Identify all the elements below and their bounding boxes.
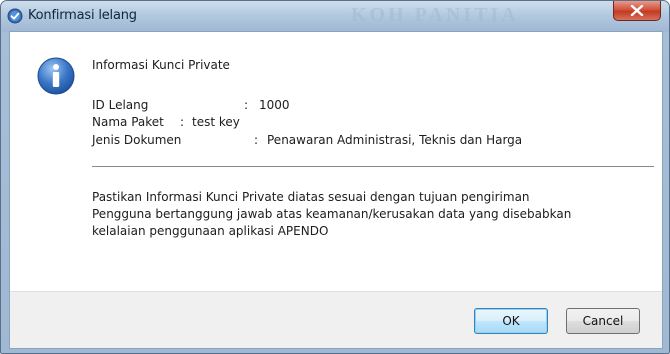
field-separator: : bbox=[244, 98, 249, 112]
note-line: Pengguna bertanggung jawab atas keamanan… bbox=[92, 207, 572, 221]
field-value-nama-paket: test key bbox=[192, 115, 240, 129]
title-watermark: KOH PANITIA bbox=[351, 4, 519, 26]
field-label-id-lelang: ID Lelang bbox=[92, 98, 149, 112]
close-button[interactable] bbox=[613, 1, 661, 21]
title-bar[interactable]: Konfirmasi lelang KOH PANITIA bbox=[1, 1, 669, 32]
note-line: kelalaian penggunaan aplikasi APENDO bbox=[92, 224, 329, 238]
field-value-jenis-dokumen: Penawaran Administrasi, Teknis dan Harga bbox=[267, 133, 523, 147]
field-separator: : bbox=[180, 115, 185, 129]
field-separator: : bbox=[254, 133, 259, 147]
ok-button[interactable]: OK bbox=[474, 308, 548, 334]
field-value-id-lelang: 1000 bbox=[259, 98, 290, 112]
info-icon bbox=[36, 56, 76, 96]
close-icon bbox=[630, 5, 644, 16]
note-line: Pastikan Informasi Kunci Private diatas … bbox=[92, 190, 530, 204]
check-shield-icon bbox=[7, 8, 23, 24]
field-label-nama-paket: Nama Paket bbox=[92, 115, 164, 129]
dialog-body: Informasi Kunci Private ID Lelang : 1000… bbox=[9, 31, 663, 349]
window-title: Konfirmasi lelang bbox=[28, 8, 137, 23]
button-bar: OK Cancel bbox=[10, 291, 662, 348]
message-heading: Informasi Kunci Private bbox=[92, 58, 230, 72]
divider bbox=[92, 166, 654, 167]
dialog-window: Konfirmasi lelang KOH PANITIA Informasi … bbox=[0, 0, 670, 354]
cancel-button[interactable]: Cancel bbox=[566, 308, 640, 334]
field-label-jenis-dokumen: Jenis Dokumen bbox=[92, 133, 182, 147]
